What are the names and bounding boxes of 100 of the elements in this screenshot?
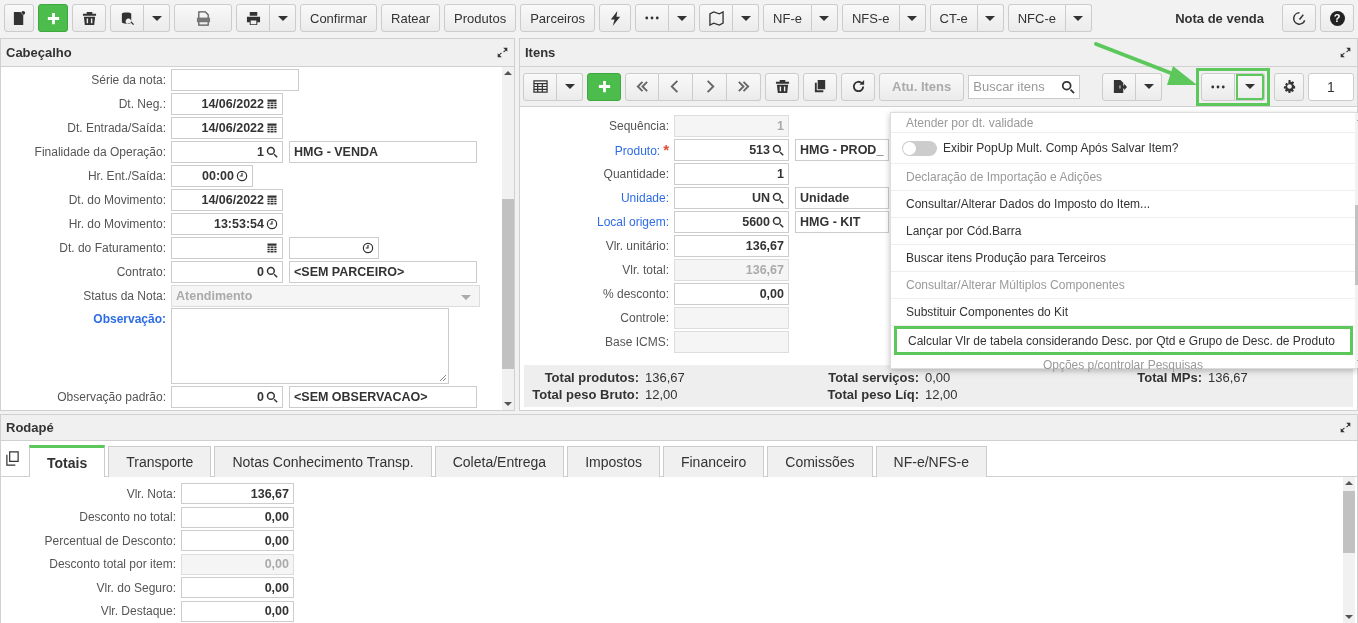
text-field[interactable]: 0,00 (181, 530, 294, 552)
copy-button[interactable] (803, 72, 837, 101)
text-field[interactable]: HMG - KIT (795, 211, 889, 233)
caret-icon (676, 15, 687, 21)
new-document-button[interactable] (4, 4, 34, 32)
file-arrow-icon (1111, 79, 1127, 94)
tab[interactable]: Transporte (108, 446, 212, 477)
first-button[interactable] (625, 72, 659, 101)
next-button[interactable] (693, 72, 727, 101)
dropdown-button[interactable] (270, 4, 296, 32)
delete-button[interactable] (72, 4, 106, 32)
copy-icon[interactable] (5, 451, 20, 466)
file-icon (195, 10, 211, 26)
toolbar-button[interactable]: Ratear (381, 4, 441, 32)
tab[interactable]: Comissões (767, 446, 873, 477)
export-button[interactable] (1102, 72, 1136, 101)
dashboard-button[interactable] (1282, 4, 1316, 32)
map-button[interactable] (699, 4, 734, 32)
caret-icon (1073, 15, 1084, 21)
scrollbar[interactable] (1343, 477, 1355, 623)
expand-icon[interactable] (497, 47, 508, 58)
dropdown-button[interactable] (1235, 72, 1265, 101)
expand-icon[interactable] (1340, 422, 1351, 433)
menu-item[interactable]: Lançar por Cód.Barra (891, 218, 1355, 245)
refresh-button[interactable] (841, 72, 875, 101)
text-field[interactable]: <SEM OBSERVACAO> (289, 386, 477, 408)
time-field[interactable] (289, 237, 379, 259)
scrollbar[interactable] (502, 67, 514, 410)
menu-item[interactable]: Consultar/Alterar Dados do Imposto do Item... (891, 191, 1355, 218)
lookup-field[interactable]: 0 (171, 261, 283, 283)
last-button[interactable] (727, 72, 761, 101)
tab[interactable]: NF-e/NFS-e (875, 446, 987, 477)
text-field[interactable]: 136,67 (181, 483, 294, 505)
document-type-button[interactable]: NFC-e (1007, 4, 1066, 32)
grid-view-button[interactable] (523, 72, 557, 101)
field-label: Observação: (92, 311, 167, 328)
text-field[interactable]: 1 (674, 163, 789, 185)
date-field[interactable] (171, 237, 283, 259)
tab[interactable]: Coleta/Entrega (434, 446, 565, 477)
expand-icon[interactable] (1340, 47, 1351, 58)
document-type-button[interactable]: CT-e (929, 4, 978, 32)
toolbar-button[interactable]: Parceiros (520, 4, 596, 32)
tab[interactable]: Totais (29, 445, 106, 477)
text-field[interactable]: 0,00 (674, 283, 789, 305)
field-label: Série da nota: (90, 72, 167, 89)
time-field[interactable]: 00:00 (171, 165, 253, 187)
time-field[interactable]: 13:53:54 (171, 213, 283, 235)
toggle-switch[interactable] (902, 140, 937, 156)
help-button[interactable]: ? (1320, 4, 1354, 32)
menu-item[interactable]: Substituir Componentes do Kit (891, 299, 1355, 326)
dropdown-button[interactable] (811, 4, 838, 32)
page-field[interactable]: 1 (1308, 72, 1354, 101)
date-field[interactable]: 14/06/2022 (171, 93, 283, 115)
dropdown-button[interactable] (977, 4, 1004, 32)
dropdown-button[interactable] (1136, 72, 1162, 101)
lookup-field[interactable]: UN (674, 187, 789, 209)
menu-item[interactable]: Buscar itens Produção para Terceiros (891, 245, 1355, 272)
dropdown-button[interactable] (557, 72, 583, 101)
lookup-field[interactable]: 0 (171, 386, 283, 408)
document-type-button[interactable]: NFS-e (841, 4, 900, 32)
dropdown-button[interactable] (669, 4, 696, 32)
clock-icon (236, 170, 248, 182)
text-field[interactable] (171, 69, 299, 91)
text-field[interactable]: 0,00 (181, 577, 294, 599)
calendar-icon (266, 98, 278, 110)
search-field[interactable]: Buscar itens (968, 74, 1081, 99)
lookup-field[interactable]: 513 (674, 139, 789, 161)
tab[interactable]: Financeiro (662, 446, 765, 477)
dropdown-button[interactable] (733, 4, 760, 32)
toolbar-button[interactable]: Confirmar (300, 4, 378, 32)
dropdown-button[interactable] (1066, 4, 1092, 32)
print-button[interactable] (236, 4, 270, 32)
search-icon (772, 192, 784, 204)
text-field[interactable]: HMG - VENDA (289, 141, 477, 163)
settings-button[interactable] (1274, 72, 1304, 101)
text-field[interactable]: 136,67 (674, 235, 789, 257)
text-field[interactable]: 0,00 (181, 600, 294, 622)
dropdown-button[interactable] (899, 4, 926, 32)
database-search-button[interactable] (110, 4, 144, 32)
toolbar-button[interactable]: Produtos (444, 4, 517, 32)
menu-item[interactable]: Calcular Vlr de tabela considerando Desc. por Qtd e Grupo de Desc. de Produto (894, 326, 1353, 355)
text-field[interactable]: HMG - PROD_ (795, 139, 889, 161)
dropdown-button[interactable] (144, 4, 170, 32)
action-button[interactable] (599, 4, 632, 32)
lookup-field[interactable]: 5600 (674, 211, 789, 233)
text-field[interactable]: Unidade (795, 187, 889, 209)
clock-icon (266, 218, 278, 230)
date-field[interactable]: 14/06/2022 (171, 189, 283, 211)
previous-button[interactable] (659, 72, 693, 101)
tab[interactable]: Notas Conhecimento Transp. (214, 446, 432, 477)
search-icon[interactable] (1061, 79, 1076, 94)
pdf-button[interactable] (174, 4, 232, 32)
tab[interactable]: Impostos (567, 446, 660, 477)
text-field[interactable]: <SEM PARCEIRO> (289, 261, 477, 283)
delete-item-button[interactable] (765, 72, 799, 101)
document-type-button[interactable]: NF-e (763, 4, 812, 32)
lookup-field[interactable]: 1 (171, 141, 283, 163)
date-field[interactable]: 14/06/2022 (171, 117, 283, 139)
text-field[interactable]: 0,00 (181, 506, 294, 528)
total-label: Total serviços: (827, 370, 919, 385)
